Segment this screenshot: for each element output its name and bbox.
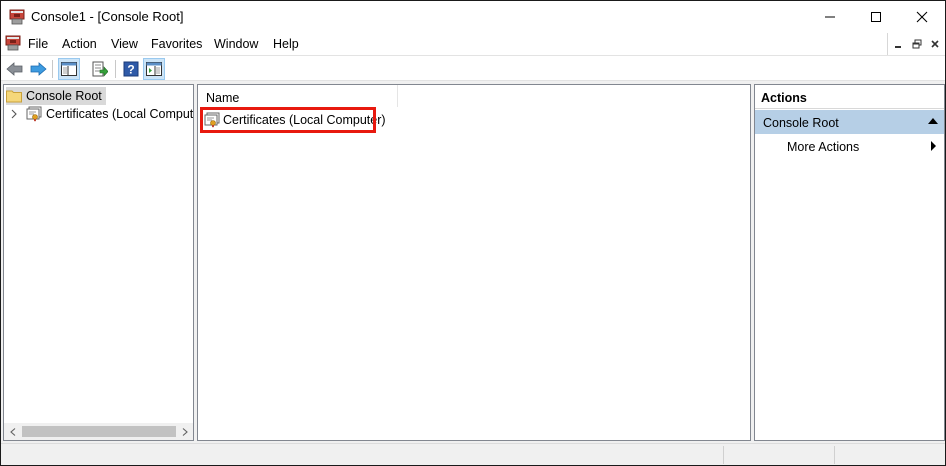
menu-window[interactable]: Window [214, 36, 258, 52]
close-icon [916, 11, 928, 23]
toolbar-separator [115, 60, 116, 78]
child-minimize-button[interactable] [892, 37, 906, 51]
actions-pane[interactable]: Actions Console Root More Actions [754, 84, 945, 441]
actions-group-console-root[interactable]: Console Root [755, 110, 944, 134]
child-restore-button[interactable] [910, 37, 924, 51]
maximize-button[interactable] [853, 1, 899, 33]
show-hide-action-pane-button[interactable] [143, 58, 165, 80]
mmc-window: Console1 - [Console Root] File Action Vi… [0, 0, 946, 466]
forward-button[interactable] [27, 58, 49, 80]
tree-node-label: Console Root [26, 89, 102, 103]
chevron-right-icon[interactable] [10, 109, 22, 119]
restore-icon [912, 39, 922, 49]
back-arrow-icon [6, 62, 23, 76]
console-tree-pane[interactable]: Console Root Certificates (Local Compute… [3, 84, 194, 441]
menu-bar: File Action View Favorites Window Help [1, 33, 945, 55]
actions-group-label: Console Root [763, 116, 839, 130]
scroll-left-arrow-icon[interactable] [4, 423, 21, 440]
title-bar[interactable]: Console1 - [Console Root] [1, 1, 945, 33]
tree-horizontal-scrollbar[interactable] [4, 423, 193, 440]
forward-arrow-icon [30, 62, 47, 76]
menu-action[interactable]: Action [62, 36, 97, 52]
menu-favorites[interactable]: Favorites [151, 36, 202, 52]
status-bar [1, 443, 945, 465]
actions-title: Actions [761, 91, 807, 105]
minimize-button[interactable] [807, 1, 853, 33]
window-title: Console1 - [Console Root] [31, 9, 184, 24]
folder-icon [6, 88, 22, 104]
action-more-actions[interactable]: More Actions [755, 137, 944, 157]
back-button[interactable] [4, 58, 26, 80]
tree-node-certificates[interactable]: Certificates (Local Computer) [10, 105, 194, 123]
action-item-label: More Actions [787, 140, 860, 154]
result-pane[interactable]: Name Certificates (Local Computer) [197, 84, 751, 441]
show-hide-console-tree-icon [61, 62, 77, 76]
help-button[interactable]: ? [120, 58, 142, 80]
collapse-triangle-icon[interactable] [928, 118, 938, 124]
help-icon: ? [123, 61, 139, 77]
column-header-name[interactable]: Name [198, 85, 398, 107]
actions-header: Actions [755, 85, 944, 109]
child-window-controls [887, 33, 945, 55]
show-hide-console-tree-button[interactable] [58, 58, 80, 80]
submenu-triangle-icon [931, 141, 936, 151]
export-list-icon [92, 61, 108, 77]
list-item[interactable]: Certificates (Local Computer) [202, 110, 388, 130]
close-button[interactable] [899, 1, 945, 33]
certificates-icon [204, 112, 220, 128]
menu-view[interactable]: View [111, 36, 138, 52]
close-icon [931, 40, 939, 48]
tree-node-label: Certificates (Local Computer) [46, 107, 194, 121]
mmc-app-icon[interactable] [9, 9, 25, 25]
status-segment [723, 446, 834, 464]
tree-node-console-root[interactable]: Console Root [6, 87, 106, 105]
svg-text:?: ? [127, 63, 134, 77]
console-window-icon[interactable] [5, 35, 21, 51]
minimize-icon [825, 16, 835, 18]
toolbar-separator [52, 60, 53, 78]
menu-help[interactable]: Help [273, 36, 299, 52]
show-hide-action-pane-icon [146, 62, 162, 76]
export-list-button[interactable] [89, 58, 111, 80]
menu-file[interactable]: File [28, 36, 48, 52]
scrollbar-thumb[interactable] [22, 426, 176, 437]
list-item-label: Certificates (Local Computer) [223, 113, 386, 127]
scroll-right-arrow-icon[interactable] [176, 423, 193, 440]
certificates-icon [26, 106, 42, 122]
minimize-icon [895, 46, 901, 48]
maximize-icon [871, 12, 881, 22]
toolbar: ? [1, 55, 945, 81]
column-header-label: Name [206, 91, 240, 105]
child-close-button[interactable] [928, 37, 942, 51]
status-segment [834, 446, 945, 464]
